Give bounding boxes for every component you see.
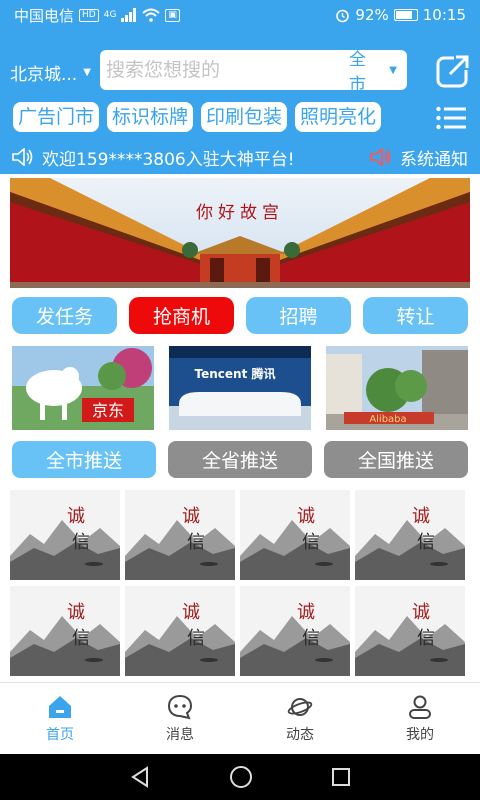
city-push-button[interactable]: 全市推送: [12, 441, 156, 478]
card-char-top: 诚: [412, 506, 430, 527]
card-char-bottom: 信: [417, 628, 435, 649]
status-bar: 中国电信 HD 4G ▣ 92% 10:15: [0, 0, 480, 30]
home-icon: [49, 695, 71, 718]
list-item[interactable]: 诚信: [240, 586, 350, 676]
card-char-top: 诚: [182, 602, 200, 623]
card-char-bottom: 信: [187, 628, 205, 649]
card-char-top: 诚: [67, 602, 85, 623]
wifi-icon: [142, 8, 161, 22]
province-push-button[interactable]: 全省推送: [168, 441, 312, 478]
list-item[interactable]: 诚信: [125, 586, 235, 676]
notice-bar: 欢迎159****3806入驻大神平台! 系统通知: [0, 140, 480, 174]
battery-icon: [393, 9, 418, 21]
tab-profile-label: 我的: [406, 726, 434, 743]
tag-zhaoming[interactable]: 照明亮化: [295, 102, 382, 132]
card-char-top: 诚: [412, 602, 430, 623]
search-bar: 全市 ▼: [100, 50, 407, 95]
alibaba-image[interactable]: Alibaba: [326, 346, 468, 430]
caret-down-icon: ▼: [83, 67, 91, 78]
city-label: 北京城...: [10, 65, 78, 85]
system-nav-bar: [0, 754, 480, 800]
tag-yinshua[interactable]: 印刷包装: [201, 102, 288, 132]
post-task-button[interactable]: 发任务: [12, 297, 117, 334]
card-char-top: 诚: [182, 506, 200, 527]
card-char-bottom: 信: [187, 532, 205, 553]
user-icon: [409, 695, 431, 719]
banner[interactable]: 你好故宫: [10, 178, 470, 288]
card-char-top: 诚: [67, 506, 85, 527]
card-char-bottom: 信: [302, 628, 320, 649]
list-item[interactable]: 诚信: [240, 490, 350, 580]
list-item[interactable]: 诚信: [125, 490, 235, 580]
tab-feed[interactable]: 动态: [240, 683, 360, 754]
tab-messages-label: 消息: [166, 726, 194, 743]
card-char-bottom: 信: [417, 532, 435, 553]
jd-logo-text: 京东: [92, 401, 124, 420]
list-item[interactable]: 诚信: [10, 490, 120, 580]
back-icon[interactable]: [129, 766, 151, 788]
list-menu-icon[interactable]: [436, 106, 466, 130]
hd-badge: HD: [79, 8, 99, 22]
list-item[interactable]: 诚信: [10, 586, 120, 676]
speaker-icon: [12, 148, 33, 166]
tab-feed-label: 动态: [286, 726, 314, 743]
tab-messages[interactable]: 消息: [120, 683, 240, 754]
category-tags: 广告门市 标识标牌 印刷包装 照明亮化: [13, 102, 382, 132]
notification-badge-icon: ▣: [165, 8, 180, 22]
recruit-button[interactable]: 招聘: [246, 297, 351, 334]
card-char-top: 诚: [297, 602, 315, 623]
message-icon: [167, 694, 193, 719]
card-char-bottom: 信: [302, 532, 320, 553]
battery-percent: 92%: [355, 6, 389, 24]
push-scope-buttons: 全市推送 全省推送 全国推送: [12, 441, 468, 478]
speaker-icon: [370, 148, 391, 166]
share-icon[interactable]: [436, 54, 470, 88]
home-circle-icon[interactable]: [229, 765, 253, 789]
listing-grid: 诚信 诚信 诚信 诚信 诚信 诚信 诚信 诚信: [10, 490, 470, 676]
caret-down-icon: ▼: [389, 64, 397, 76]
alarm-icon: [336, 9, 350, 22]
tag-biaoshi[interactable]: 标识标牌: [107, 102, 194, 132]
recents-icon[interactable]: [331, 767, 351, 787]
alibaba-logo-text: Alibaba: [369, 414, 406, 425]
welcome-text: 欢迎159****3806入驻大神平台!: [42, 149, 295, 170]
list-item[interactable]: 诚信: [355, 586, 465, 676]
card-char-bottom: 信: [72, 628, 90, 649]
tag-guanggao[interactable]: 广告门市: [13, 102, 100, 132]
search-scope[interactable]: 全市: [349, 45, 381, 95]
banner-title: 你好故宫: [196, 203, 284, 223]
planet-icon: [287, 697, 313, 716]
company-logos: 京东 Tencent 腾讯 Alibaba: [12, 346, 468, 430]
national-push-button[interactable]: 全国推送: [324, 441, 468, 478]
system-notice-button[interactable]: 系统通知: [370, 145, 468, 170]
list-item[interactable]: 诚信: [355, 490, 465, 580]
search-input[interactable]: [106, 59, 349, 81]
clock: 10:15: [422, 6, 466, 24]
city-selector[interactable]: 北京城... ▼: [10, 60, 91, 85]
forbidden-city-illustration: 你好故宫: [10, 178, 470, 288]
transfer-button[interactable]: 转让: [363, 297, 468, 334]
signal-icon: [121, 8, 137, 22]
card-char-bottom: 信: [72, 532, 90, 553]
tencent-image[interactable]: Tencent 腾讯: [169, 346, 311, 430]
tencent-logo-text: Tencent 腾讯: [195, 366, 276, 381]
tab-home-label: 首页: [46, 726, 74, 743]
network-type: 4G: [103, 10, 117, 20]
tab-home[interactable]: 首页: [0, 683, 120, 754]
jd-image[interactable]: 京东: [12, 346, 154, 430]
tab-profile[interactable]: 我的: [360, 683, 480, 754]
carrier-label: 中国电信: [14, 6, 75, 25]
header: 北京城... ▼ 全市 ▼ 广告门市 标识标牌 印刷包装 照明亮化 欢迎159*…: [0, 30, 480, 174]
action-buttons: 发任务 抢商机 招聘 转让: [12, 297, 468, 334]
card-char-top: 诚: [297, 506, 315, 527]
grab-opportunity-button[interactable]: 抢商机: [129, 297, 234, 334]
system-notice-label: 系统通知: [400, 149, 468, 170]
bottom-tab-bar: 首页 消息 动态 我的: [0, 682, 480, 754]
welcome-message: 欢迎159****3806入驻大神平台!: [12, 145, 370, 170]
